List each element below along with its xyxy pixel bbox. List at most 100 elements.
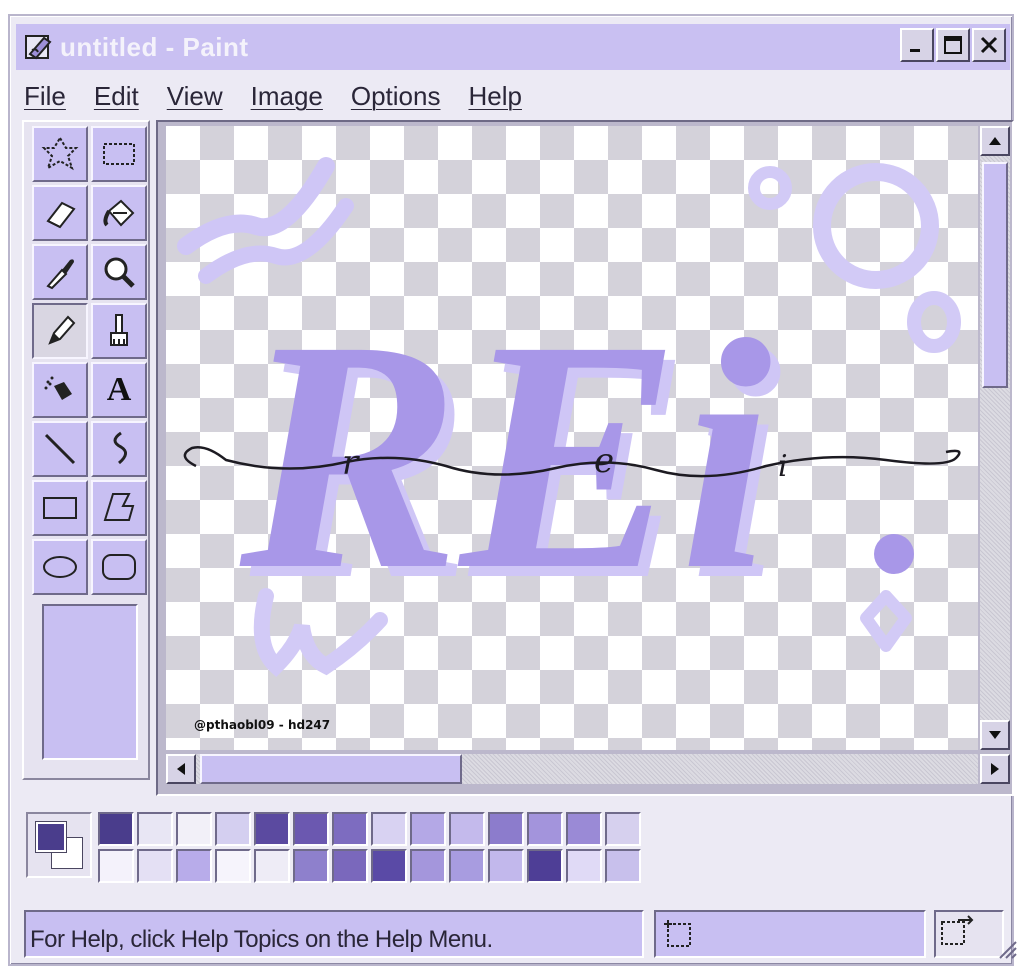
- arrow-down-icon: [989, 731, 1001, 739]
- brush-icon: [110, 314, 128, 346]
- palette-color-26[interactable]: [566, 849, 602, 883]
- menu-options[interactable]: Options: [351, 81, 441, 112]
- current-colors[interactable]: [26, 812, 92, 878]
- menu-view[interactable]: View: [167, 81, 223, 112]
- tool-ellipse[interactable]: [32, 539, 88, 595]
- tool-curve[interactable]: [91, 421, 147, 477]
- tool-magnifier[interactable]: [91, 244, 147, 300]
- menu-bar: File Edit View Image Options Help: [24, 76, 550, 116]
- palette-color-23[interactable]: [449, 849, 485, 883]
- tool-options-panel[interactable]: [42, 604, 138, 760]
- fill-bucket-icon: [103, 199, 135, 227]
- menu-image[interactable]: Image: [251, 81, 323, 112]
- line-icon: [44, 433, 76, 465]
- palette-color-16[interactable]: [176, 849, 212, 883]
- palette-color-19[interactable]: [293, 849, 329, 883]
- palette-color-1[interactable]: [137, 812, 173, 846]
- palette-color-24[interactable]: [488, 849, 524, 883]
- palette-color-9[interactable]: [449, 812, 485, 846]
- tool-free-form-select[interactable]: [32, 126, 88, 182]
- close-button[interactable]: [972, 28, 1006, 62]
- tool-rounded-rect[interactable]: [91, 539, 147, 595]
- palette-color-25[interactable]: [527, 849, 563, 883]
- scroll-right-button[interactable]: [980, 754, 1010, 784]
- horizontal-scrollbar[interactable]: [166, 754, 1010, 784]
- horizontal-scroll-thumb[interactable]: [200, 754, 462, 784]
- palette-color-6[interactable]: [332, 812, 368, 846]
- palette-color-7[interactable]: [371, 812, 407, 846]
- color-palette-area: [22, 806, 1014, 896]
- palette-color-22[interactable]: [410, 849, 446, 883]
- palette-color-14[interactable]: [98, 849, 134, 883]
- minimize-icon: [910, 49, 920, 52]
- minimize-button[interactable]: [900, 28, 934, 62]
- window-title: untitled - Paint: [60, 31, 249, 62]
- eraser-icon: [46, 201, 76, 229]
- tool-text[interactable]: A: [91, 362, 147, 418]
- palette-color-21[interactable]: [371, 849, 407, 883]
- rectangle-icon: [43, 497, 77, 519]
- scroll-up-button[interactable]: [980, 126, 1010, 156]
- tool-brush[interactable]: [91, 303, 147, 359]
- palette-color-2[interactable]: [176, 812, 212, 846]
- vertical-scroll-thumb[interactable]: [982, 162, 1008, 388]
- menu-edit[interactable]: Edit: [94, 81, 139, 112]
- drawing-canvas[interactable]: REi REi r e i @pthaobl09 - hd247: [166, 126, 978, 750]
- status-help-panel: For Help, click Help Topics on the Help …: [24, 910, 644, 958]
- vertical-scrollbar[interactable]: [980, 126, 1010, 750]
- palette-color-13[interactable]: [605, 812, 641, 846]
- palette-color-11[interactable]: [527, 812, 563, 846]
- maximize-button[interactable]: [936, 28, 970, 62]
- selection-position-icon: [664, 920, 691, 947]
- color-palette: [98, 812, 641, 883]
- tool-airbrush[interactable]: [32, 362, 88, 418]
- palette-color-17[interactable]: [215, 849, 251, 883]
- tool-rectangle[interactable]: [32, 480, 88, 536]
- paint-app-icon[interactable]: [22, 30, 56, 64]
- tool-polygon[interactable]: [91, 480, 147, 536]
- palette-color-20[interactable]: [332, 849, 368, 883]
- polygon-icon: [103, 493, 135, 521]
- airbrush-icon: [44, 376, 72, 400]
- palette-color-15[interactable]: [137, 849, 173, 883]
- tool-rect-select[interactable]: [91, 126, 147, 182]
- arrow-right-icon: [991, 763, 999, 775]
- menu-file[interactable]: File: [24, 81, 66, 112]
- scroll-down-button[interactable]: [980, 720, 1010, 750]
- status-help-text: For Help, click Help Topics on the Help …: [30, 926, 493, 953]
- status-bar: For Help, click Help Topics on the Help …: [22, 908, 1017, 962]
- tool-fill[interactable]: [91, 185, 147, 241]
- free-form-select-icon: [41, 136, 79, 171]
- artwork-text: REi: [235, 273, 773, 638]
- close-icon: [980, 36, 998, 54]
- paint-window: untitled - Paint File Edit View Image Op…: [8, 14, 1017, 966]
- palette-color-0[interactable]: [98, 812, 134, 846]
- foreground-color-swatch[interactable]: [35, 821, 67, 853]
- palette-color-4[interactable]: [254, 812, 290, 846]
- resize-grip-icon[interactable]: [996, 938, 1018, 960]
- tool-eraser[interactable]: [32, 185, 88, 241]
- tool-color-picker[interactable]: [32, 244, 88, 300]
- title-bar[interactable]: untitled - Paint: [16, 24, 1010, 70]
- color-picker-icon: [46, 259, 74, 290]
- menu-help[interactable]: Help: [468, 81, 521, 112]
- status-position-panel: [654, 910, 926, 958]
- credit-text: @pthaobl09 - hd247: [194, 718, 331, 732]
- palette-color-10[interactable]: [488, 812, 524, 846]
- arrow-left-icon: [177, 763, 185, 775]
- curve-icon: [113, 431, 127, 465]
- status-size-panel: [934, 910, 1017, 959]
- palette-color-8[interactable]: [410, 812, 446, 846]
- palette-color-18[interactable]: [254, 849, 290, 883]
- script-letter-i: i: [778, 449, 788, 484]
- scroll-left-button[interactable]: [166, 754, 196, 784]
- tool-pencil[interactable]: [32, 303, 88, 359]
- tool-line[interactable]: [32, 421, 88, 477]
- palette-color-3[interactable]: [215, 812, 251, 846]
- palette-color-12[interactable]: [566, 812, 602, 846]
- maximize-icon: [944, 36, 962, 54]
- selection-size-icon: [941, 915, 974, 945]
- palette-color-5[interactable]: [293, 812, 329, 846]
- palette-color-27[interactable]: [605, 849, 641, 883]
- pencil-icon: [48, 315, 76, 345]
